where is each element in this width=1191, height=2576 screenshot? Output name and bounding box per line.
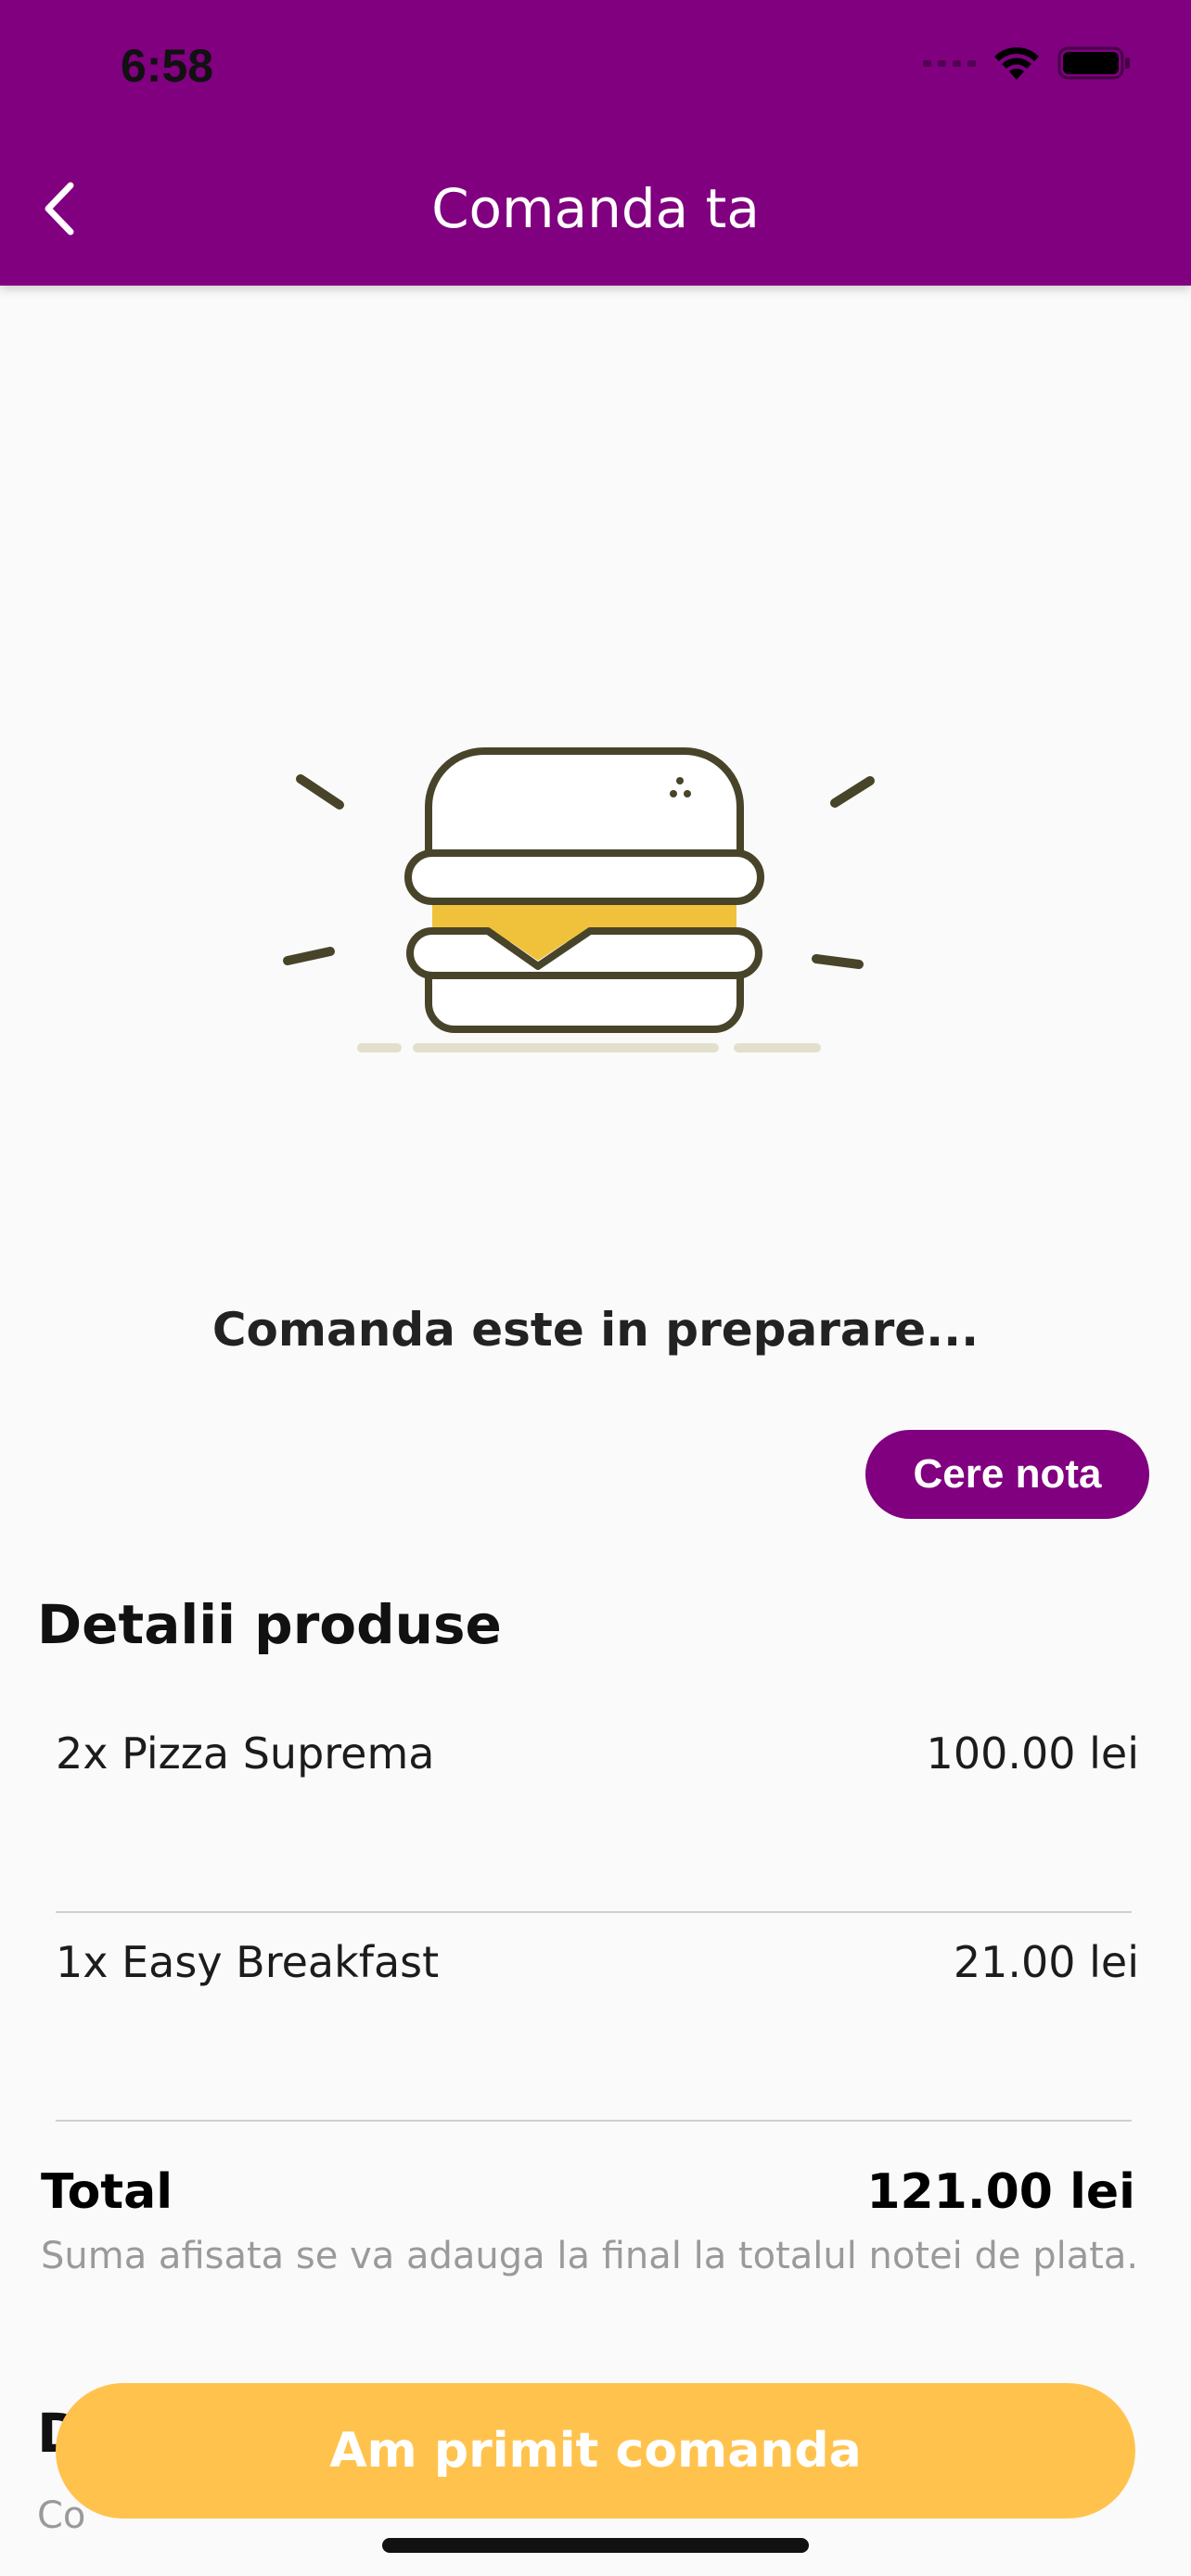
total-value: 121.00 lei [866,2164,1135,2220]
list-item: 2x Pizza Suprema 100.00 lei [26,1704,1165,1913]
order-received-button[interactable]: Am primit comanda [56,2383,1135,2519]
wifi-icon [994,47,1039,80]
signal-icon [923,59,976,67]
home-indicator [382,2538,809,2553]
total-row: Total 121.00 lei [41,2164,1135,2238]
order-status-message: Comanda este in preparare... [211,1303,980,1357]
app-header: 6:58 Comanda ta [0,0,1191,286]
product-name: 1x Easy Breakfast [56,1937,440,1987]
divider [56,2120,1132,2122]
product-name: 2x Pizza Suprema [56,1728,435,1779]
page-title: Comanda ta [431,177,760,240]
status-time: 6:58 [121,40,214,92]
status-icons [923,45,1132,82]
burger-icon [283,747,875,1052]
product-price: 100.00 lei [926,1728,1139,1779]
battery-icon [1057,46,1130,80]
product-list: 2x Pizza Suprema 100.00 lei 1x Easy Brea… [26,1704,1165,2122]
total-label: Total [41,2164,173,2220]
product-price: 21.00 lei [953,1937,1139,1987]
total-note: Suma afisata se va adauga la final la to… [41,2235,1139,2277]
request-bill-button[interactable]: Cere nota [865,1430,1149,1519]
products-section-title: Detalii produse [37,1593,502,1656]
list-item: 1x Easy Breakfast 21.00 lei [26,1913,1165,2122]
